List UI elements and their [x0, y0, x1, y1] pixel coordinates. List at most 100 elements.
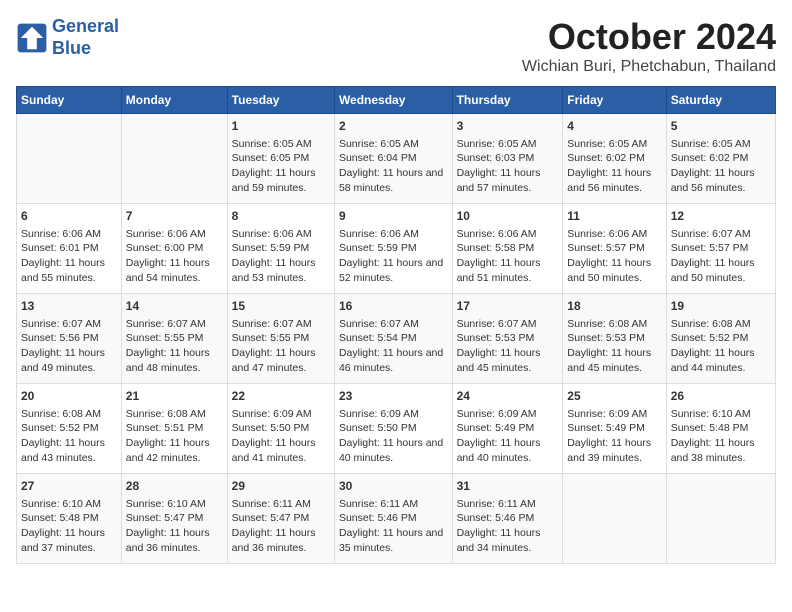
day-info: Sunrise: 6:07 AM Sunset: 5:54 PM Dayligh…	[339, 317, 448, 376]
month-title: October 2024	[522, 16, 776, 58]
day-info: Sunrise: 6:11 AM Sunset: 5:47 PM Dayligh…	[232, 497, 330, 556]
day-info: Sunrise: 6:05 AM Sunset: 6:02 PM Dayligh…	[671, 137, 771, 196]
day-info: Sunrise: 6:06 AM Sunset: 5:59 PM Dayligh…	[339, 227, 448, 286]
day-info: Sunrise: 6:09 AM Sunset: 5:50 PM Dayligh…	[232, 407, 330, 466]
page-header: General Blue October 2024 Wichian Buri, …	[16, 16, 776, 76]
day-info: Sunrise: 6:05 AM Sunset: 6:03 PM Dayligh…	[457, 137, 559, 196]
day-number: 16	[339, 298, 448, 315]
day-number: 15	[232, 298, 330, 315]
logo: General Blue	[16, 16, 119, 59]
day-info: Sunrise: 6:08 AM Sunset: 5:52 PM Dayligh…	[671, 317, 771, 376]
day-number: 12	[671, 208, 771, 225]
day-number: 6	[21, 208, 117, 225]
day-number: 11	[567, 208, 661, 225]
calendar-week-3: 13 Sunrise: 6:07 AM Sunset: 5:56 PM Dayli…	[17, 294, 776, 384]
calendar-cell	[666, 474, 775, 564]
logo-icon	[16, 22, 48, 54]
day-info: Sunrise: 6:06 AM Sunset: 5:59 PM Dayligh…	[232, 227, 330, 286]
day-info: Sunrise: 6:07 AM Sunset: 5:55 PM Dayligh…	[232, 317, 330, 376]
logo-blue: Blue	[52, 38, 91, 58]
day-info: Sunrise: 6:09 AM Sunset: 5:49 PM Dayligh…	[567, 407, 661, 466]
day-info: Sunrise: 6:05 AM Sunset: 6:02 PM Dayligh…	[567, 137, 661, 196]
day-number: 20	[21, 388, 117, 405]
day-number: 8	[232, 208, 330, 225]
calendar-week-2: 6 Sunrise: 6:06 AM Sunset: 6:01 PM Daylig…	[17, 204, 776, 294]
weekday-header-monday: Monday	[121, 87, 227, 114]
weekday-header-tuesday: Tuesday	[227, 87, 334, 114]
weekday-header-wednesday: Wednesday	[334, 87, 452, 114]
calendar-cell: 3Sunrise: 6:05 AM Sunset: 6:03 PM Daylig…	[452, 114, 563, 204]
day-number: 21	[126, 388, 223, 405]
day-info: Sunrise: 6:07 AM Sunset: 5:55 PM Dayligh…	[126, 317, 223, 376]
calendar-cell: 7 Sunrise: 6:06 AM Sunset: 6:00 PM Daylig…	[121, 204, 227, 294]
calendar-cell: 2 Sunrise: 6:05 AM Sunset: 6:04 PM Daylig…	[334, 114, 452, 204]
calendar-week-5: 27 Sunrise: 6:10 AM Sunset: 5:48 PM Dayli…	[17, 474, 776, 564]
day-info: Sunrise: 6:06 AM Sunset: 6:00 PM Dayligh…	[126, 227, 223, 286]
calendar-cell: 23 Sunrise: 6:09 AM Sunset: 5:50 PM Dayli…	[334, 384, 452, 474]
calendar-cell: 30Sunrise: 6:11 AM Sunset: 5:46 PM Dayli…	[334, 474, 452, 564]
day-info: Sunrise: 6:06 AM Sunset: 6:01 PM Dayligh…	[21, 227, 117, 286]
weekday-header-sunday: Sunday	[17, 87, 122, 114]
calendar-cell: 15 Sunrise: 6:07 AM Sunset: 5:55 PM Dayli…	[227, 294, 334, 384]
calendar-week-4: 20Sunrise: 6:08 AM Sunset: 5:52 PM Dayli…	[17, 384, 776, 474]
calendar-cell: 25 Sunrise: 6:09 AM Sunset: 5:49 PM Dayli…	[563, 384, 666, 474]
title-area: October 2024 Wichian Buri, Phetchabun, T…	[522, 16, 776, 76]
day-number: 17	[457, 298, 559, 315]
calendar-cell: 19 Sunrise: 6:08 AM Sunset: 5:52 PM Dayli…	[666, 294, 775, 384]
day-info: Sunrise: 6:11 AM Sunset: 5:46 PM Dayligh…	[457, 497, 559, 556]
day-info: Sunrise: 6:10 AM Sunset: 5:47 PM Dayligh…	[126, 497, 223, 556]
logo-general: General	[52, 16, 119, 36]
calendar-cell	[563, 474, 666, 564]
calendar-cell: 16 Sunrise: 6:07 AM Sunset: 5:54 PM Dayli…	[334, 294, 452, 384]
day-info: Sunrise: 6:10 AM Sunset: 5:48 PM Dayligh…	[671, 407, 771, 466]
calendar-cell: 13 Sunrise: 6:07 AM Sunset: 5:56 PM Dayli…	[17, 294, 122, 384]
weekday-header-thursday: Thursday	[452, 87, 563, 114]
day-number: 9	[339, 208, 448, 225]
weekday-header-row: SundayMondayTuesdayWednesdayThursdayFrid…	[17, 87, 776, 114]
day-info: Sunrise: 6:06 AM Sunset: 5:58 PM Dayligh…	[457, 227, 559, 286]
calendar-cell: 6 Sunrise: 6:06 AM Sunset: 6:01 PM Daylig…	[17, 204, 122, 294]
day-info: Sunrise: 6:07 AM Sunset: 5:56 PM Dayligh…	[21, 317, 117, 376]
calendar-cell: 31Sunrise: 6:11 AM Sunset: 5:46 PM Dayli…	[452, 474, 563, 564]
day-number: 19	[671, 298, 771, 315]
day-number: 22	[232, 388, 330, 405]
calendar-cell: 29 Sunrise: 6:11 AM Sunset: 5:47 PM Dayli…	[227, 474, 334, 564]
calendar-cell: 12 Sunrise: 6:07 AM Sunset: 5:57 PM Dayli…	[666, 204, 775, 294]
day-number: 5	[671, 118, 771, 135]
day-number: 13	[21, 298, 117, 315]
calendar-cell: 27 Sunrise: 6:10 AM Sunset: 5:48 PM Dayli…	[17, 474, 122, 564]
calendar-cell: 20Sunrise: 6:08 AM Sunset: 5:52 PM Dayli…	[17, 384, 122, 474]
calendar-cell: 8 Sunrise: 6:06 AM Sunset: 5:59 PM Daylig…	[227, 204, 334, 294]
day-info: Sunrise: 6:05 AM Sunset: 6:05 PM Dayligh…	[232, 137, 330, 196]
calendar-cell: 26 Sunrise: 6:10 AM Sunset: 5:48 PM Dayli…	[666, 384, 775, 474]
day-number: 25	[567, 388, 661, 405]
day-info: Sunrise: 6:07 AM Sunset: 5:57 PM Dayligh…	[671, 227, 771, 286]
day-number: 2	[339, 118, 448, 135]
calendar-cell: 14 Sunrise: 6:07 AM Sunset: 5:55 PM Dayli…	[121, 294, 227, 384]
day-info: Sunrise: 6:06 AM Sunset: 5:57 PM Dayligh…	[567, 227, 661, 286]
calendar-cell	[121, 114, 227, 204]
calendar-cell	[17, 114, 122, 204]
day-number: 7	[126, 208, 223, 225]
day-info: Sunrise: 6:09 AM Sunset: 5:50 PM Dayligh…	[339, 407, 448, 466]
day-number: 29	[232, 478, 330, 495]
calendar-cell: 1 Sunrise: 6:05 AM Sunset: 6:05 PM Daylig…	[227, 114, 334, 204]
calendar-cell: 18Sunrise: 6:08 AM Sunset: 5:53 PM Dayli…	[563, 294, 666, 384]
day-number: 10	[457, 208, 559, 225]
calendar-table: SundayMondayTuesdayWednesdayThursdayFrid…	[16, 86, 776, 564]
day-number: 23	[339, 388, 448, 405]
day-info: Sunrise: 6:07 AM Sunset: 5:53 PM Dayligh…	[457, 317, 559, 376]
day-number: 1	[232, 118, 330, 135]
day-info: Sunrise: 6:09 AM Sunset: 5:49 PM Dayligh…	[457, 407, 559, 466]
day-info: Sunrise: 6:05 AM Sunset: 6:04 PM Dayligh…	[339, 137, 448, 196]
day-number: 26	[671, 388, 771, 405]
calendar-cell: 9 Sunrise: 6:06 AM Sunset: 5:59 PM Daylig…	[334, 204, 452, 294]
day-number: 27	[21, 478, 117, 495]
day-info: Sunrise: 6:11 AM Sunset: 5:46 PM Dayligh…	[339, 497, 448, 556]
weekday-header-saturday: Saturday	[666, 87, 775, 114]
calendar-week-1: 1 Sunrise: 6:05 AM Sunset: 6:05 PM Daylig…	[17, 114, 776, 204]
calendar-cell: 24Sunrise: 6:09 AM Sunset: 5:49 PM Dayli…	[452, 384, 563, 474]
day-info: Sunrise: 6:10 AM Sunset: 5:48 PM Dayligh…	[21, 497, 117, 556]
day-info: Sunrise: 6:08 AM Sunset: 5:53 PM Dayligh…	[567, 317, 661, 376]
day-number: 14	[126, 298, 223, 315]
